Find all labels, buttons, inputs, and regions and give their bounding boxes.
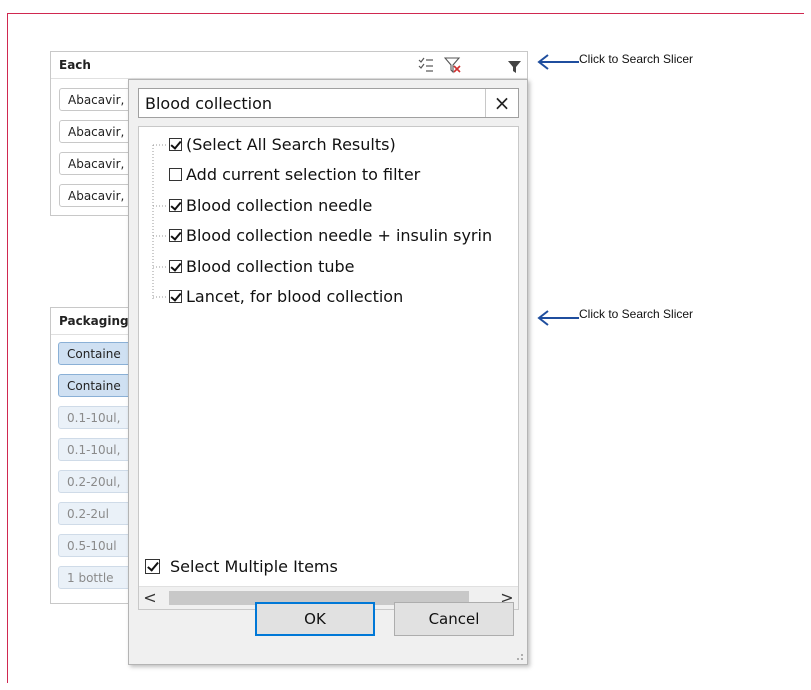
tree-item-label: Add current selection to filter [186, 165, 421, 184]
tree-item[interactable]: Lancet, for blood collection [169, 284, 403, 310]
tree-item-label: Blood collection needle [186, 196, 373, 215]
checkbox-checked-icon[interactable] [169, 138, 182, 151]
slicer-search-dialog: × (Select All Search Results) Add curren… [128, 79, 528, 665]
tree-item-label: Blood collection tube [186, 257, 355, 276]
checkbox-checked-icon[interactable] [145, 559, 160, 574]
select-multiple-items[interactable]: Select Multiple Items [145, 555, 338, 579]
slicer-each-item[interactable]: Abacavir, [59, 88, 134, 111]
checkbox-checked-icon[interactable] [169, 290, 182, 303]
checkbox-checked-icon[interactable] [169, 199, 182, 212]
search-slicer-filter-icon[interactable] [506, 58, 524, 76]
slicer-packaging-item[interactable]: 0.5-10ul [58, 534, 134, 557]
slicer-each-item[interactable]: Abacavir, [59, 152, 134, 175]
slicer-packaging-item[interactable]: 0.1-10ul, [58, 438, 134, 461]
annotation-label-bottom: Click to Search Slicer [579, 307, 694, 321]
tree-item-add-current[interactable]: Add current selection to filter [169, 162, 420, 188]
ok-button[interactable]: OK [255, 602, 375, 636]
slicer-packaging-item[interactable]: 0.1-10ul, [58, 406, 134, 429]
search-results-tree: (Select All Search Results) Add current … [138, 126, 519, 610]
cancel-button[interactable]: Cancel [394, 602, 514, 636]
slicer-packaging-item[interactable]: 1 bottle [58, 566, 134, 589]
select-multiple-label: Select Multiple Items [170, 557, 338, 576]
checkbox-unchecked-icon[interactable] [169, 168, 182, 181]
search-box: × [138, 88, 519, 118]
scroll-left-arrow-icon[interactable]: < [139, 587, 161, 609]
multi-select-icon[interactable] [417, 56, 435, 74]
slicer-each-item[interactable]: Abacavir, [59, 184, 134, 207]
annotation-arrow-top [537, 54, 579, 70]
annotation-arrow-bottom [537, 310, 579, 326]
slicer-each-item[interactable]: Abacavir, [59, 120, 134, 143]
clear-search-button[interactable]: × [485, 89, 518, 117]
tree-item-select-all[interactable]: (Select All Search Results) [169, 132, 396, 158]
tree-item[interactable]: Blood collection tube [169, 254, 355, 280]
checkbox-checked-icon[interactable] [169, 229, 182, 242]
slicer-packaging-item[interactable]: 0.2-2ul [58, 502, 134, 525]
checkbox-checked-icon[interactable] [169, 260, 182, 273]
slicer-packaging-item[interactable]: Containe [58, 374, 134, 397]
search-input[interactable] [139, 89, 485, 117]
clear-filter-icon[interactable] [443, 56, 462, 74]
tree-item-label: Blood collection needle + insulin syrin [186, 226, 493, 245]
tree-item-label: Lancet, for blood collection [186, 287, 404, 306]
slicer-packaging-item[interactable]: 0.2-20ul, [58, 470, 134, 493]
tree-item[interactable]: Blood collection needle [169, 193, 372, 219]
tree-item-label: (Select All Search Results) [186, 135, 396, 154]
slicer-packaging-item[interactable]: Containe [58, 342, 134, 365]
annotation-label-top: Click to Search Slicer [579, 52, 694, 66]
tree-item[interactable]: Blood collection needle + insulin syrin [169, 223, 492, 249]
resize-grip-icon[interactable] [514, 651, 524, 661]
